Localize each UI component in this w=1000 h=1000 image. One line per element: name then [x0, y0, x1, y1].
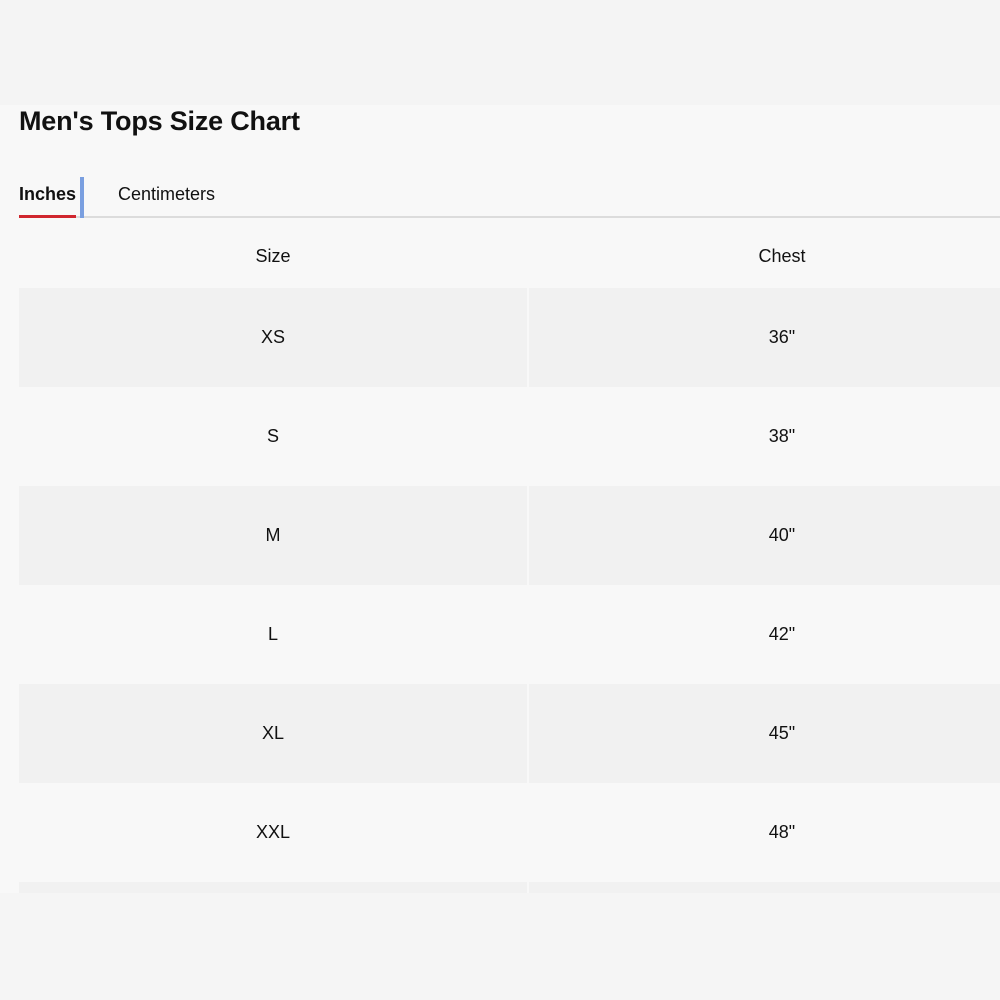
- table-row: L 42": [19, 585, 1000, 684]
- table-row: S 38": [19, 387, 1000, 486]
- column-header-chest: Chest: [758, 246, 806, 266]
- table-header: Size Chest: [19, 220, 1000, 288]
- bottom-backdrop: [0, 893, 1000, 1000]
- unit-tabs: Inches Centimeters: [19, 176, 1000, 218]
- size-cell: XL: [19, 684, 527, 783]
- table-row: M 40": [19, 486, 1000, 585]
- tab-centimeters[interactable]: Centimeters: [118, 176, 215, 216]
- size-cell: S: [266, 426, 279, 446]
- table-row: XL 45": [19, 684, 1000, 783]
- chest-cell: 42": [768, 624, 796, 644]
- chest-cell: 48": [768, 822, 796, 842]
- chest-cell: 38": [768, 426, 796, 446]
- size-cell: XXL: [255, 822, 291, 842]
- chest-cell: 36": [529, 288, 1000, 387]
- size-cell: M: [19, 486, 527, 585]
- table-row: XS 36": [19, 288, 1000, 387]
- top-backdrop: [0, 0, 1000, 105]
- chest-cell: 40": [529, 486, 1000, 585]
- table-row: XXL 48": [19, 783, 1000, 882]
- size-cell: L: [267, 624, 278, 644]
- active-tab-underline: [19, 215, 77, 218]
- size-table: Size Chest XS 36" S 38" M 40" L 42" XL 4…: [19, 220, 1000, 894]
- chest-cell: 45": [529, 684, 1000, 783]
- tabs-divider: [19, 216, 1000, 218]
- focus-indicator: [80, 177, 84, 218]
- size-chart-page: Men's Tops Size Chart Inches Centimeters…: [0, 0, 1000, 1000]
- column-header-size: Size: [255, 246, 291, 266]
- tab-centimeters-label: Centimeters: [118, 184, 216, 204]
- page-title: Men's Tops Size Chart: [19, 106, 300, 136]
- tab-inches[interactable]: Inches: [19, 176, 77, 218]
- size-cell: XS: [19, 288, 527, 387]
- tab-inches-label: Inches: [19, 184, 77, 204]
